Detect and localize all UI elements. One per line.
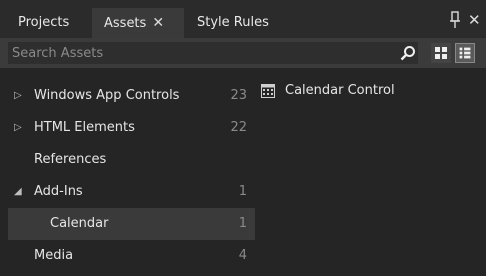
tree-item-add-ins[interactable]: ◢ Add-Ins 1 — [0, 176, 255, 208]
tree-item-windows-app-controls[interactable]: ▷ Windows App Controls 23 — [0, 80, 255, 112]
pin-icon[interactable] — [449, 9, 461, 31]
tree-item-label: Media — [34, 248, 74, 263]
tree-item-count: 4 — [238, 248, 247, 263]
expand-arrow-icon[interactable]: ▷ — [14, 80, 22, 112]
close-tab-icon[interactable]: ✕ — [152, 8, 164, 38]
tree-item-count: 22 — [230, 120, 247, 135]
tree-item-count: 23 — [230, 88, 247, 103]
asset-list: Calendar Control — [255, 68, 486, 276]
calendar-control-icon — [261, 84, 275, 98]
tree-item-label: Calendar — [50, 216, 109, 231]
grid-view-icon[interactable] — [431, 43, 451, 63]
panel-tab-strip: Projects Assets ✕ Style Rules ✕ — [0, 0, 486, 38]
tree-item-count: 1 — [238, 184, 247, 199]
close-panel-icon[interactable]: ✕ — [468, 9, 481, 31]
expand-arrow-icon[interactable]: ▷ — [14, 112, 22, 144]
asset-category-tree: ▷ Windows App Controls 23 ▷ HTML Element… — [0, 68, 255, 276]
tab-assets-label: Assets — [104, 16, 147, 31]
list-view-icon[interactable] — [455, 43, 475, 63]
assets-panel: Projects Assets ✕ Style Rules ✕ Search A… — [0, 0, 486, 276]
tree-item-references[interactable]: References — [0, 144, 255, 176]
asset-item-label: Calendar Control — [285, 83, 395, 98]
collapse-arrow-icon[interactable]: ◢ — [14, 176, 22, 208]
tab-assets[interactable]: Assets ✕ — [92, 8, 184, 38]
search-row — [0, 38, 486, 68]
tree-item-count: 1 — [238, 216, 247, 231]
tab-style-rules[interactable]: Style Rules — [197, 8, 269, 38]
tree-item-label: HTML Elements — [34, 120, 135, 135]
tab-projects[interactable]: Projects — [18, 8, 69, 38]
tree-item-calendar[interactable]: Calendar 1 — [8, 208, 255, 240]
search-icon[interactable] — [400, 45, 416, 61]
tree-item-media[interactable]: Media 4 — [0, 240, 255, 272]
tree-item-label: Windows App Controls — [34, 88, 180, 103]
search-input[interactable] — [8, 42, 418, 64]
tree-item-label: Add-Ins — [34, 184, 83, 199]
tree-item-label: References — [34, 152, 107, 167]
tree-item-html-elements[interactable]: ▷ HTML Elements 22 — [0, 112, 255, 144]
